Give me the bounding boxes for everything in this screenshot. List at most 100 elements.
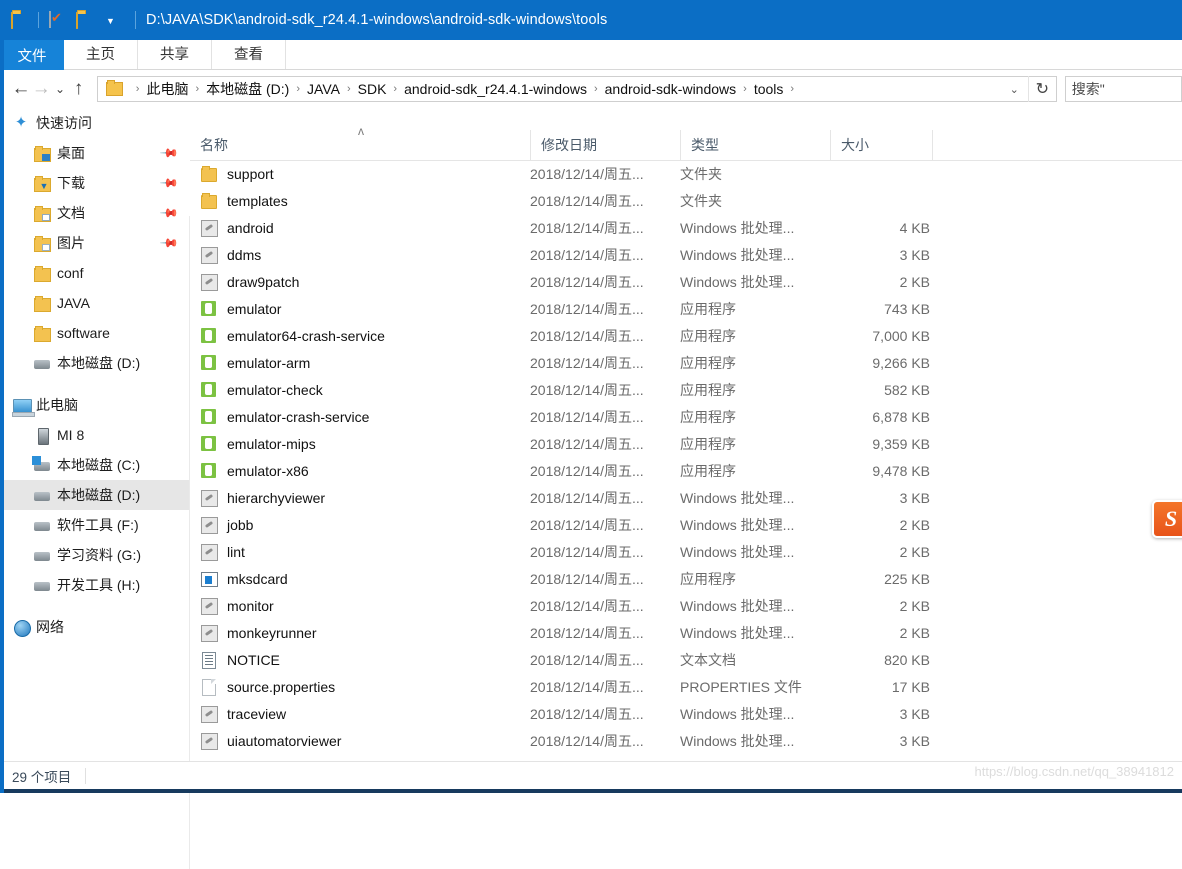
breadcrumb-item-0[interactable]: 此电脑 [146, 79, 188, 99]
table-row[interactable]: hierarchyviewer 2018/12/14/周五... Windows 批… [190, 484, 1182, 511]
cell-name[interactable]: emulator-check [200, 381, 323, 398]
table-row[interactable]: emulator-crash-service 2018/12/14/周五... 应用… [190, 403, 1182, 430]
sidebar-item-documents[interactable]: 文档 📌 [0, 198, 189, 228]
breadcrumb-separator[interactable]: › [743, 83, 747, 95]
cell-name[interactable]: ddms [200, 246, 261, 264]
table-row[interactable]: emulator-arm 2018/12/14/周五... 应用程序 9,266 KB [190, 349, 1182, 376]
file-rows-container[interactable]: support 2018/12/14/周五... 文件夹 templates 2018/… [190, 160, 1182, 754]
table-row[interactable]: ddms 2018/12/14/周五... Windows 批处理... 3 KB [190, 241, 1182, 268]
table-row[interactable]: support 2018/12/14/周五... 文件夹 [190, 160, 1182, 187]
table-row[interactable]: uiautomatorviewer 2018/12/14/周五... Windows… [190, 727, 1182, 754]
table-row[interactable]: monitor 2018/12/14/周五... Windows 批处理... 2 K… [190, 592, 1182, 619]
back-button[interactable]: ← [11, 76, 31, 102]
cell-name[interactable]: emulator64-crash-service [200, 327, 385, 344]
tab-home[interactable]: 主页 [64, 40, 138, 70]
sidebar-group-network[interactable]: 网络 [0, 612, 189, 642]
cell-name[interactable]: emulator-mips [200, 435, 316, 452]
tab-share[interactable]: 共享 [138, 40, 212, 70]
cell-name[interactable]: android [200, 219, 274, 237]
pin-icon[interactable]: 📌 [159, 173, 179, 193]
sidebar-item-pictures[interactable]: 图片 📌 [0, 228, 189, 258]
sidebar-item-local-disk-c[interactable]: 本地磁盘 (C:) [0, 450, 189, 480]
breadcrumb-item-2[interactable]: JAVA [307, 81, 340, 97]
pin-icon[interactable]: 📌 [159, 233, 179, 253]
cell-name[interactable]: traceview [200, 705, 286, 723]
sidebar-item-local-disk-h[interactable]: 开发工具 (H:) [0, 570, 189, 600]
breadcrumb[interactable]: › 此电脑 › 本地磁盘 (D:) › JAVA › SDK › android… [96, 76, 1057, 102]
properties-icon[interactable] [46, 9, 68, 31]
table-row[interactable]: mksdcard 2018/12/14/周五... 应用程序 225 KB [190, 565, 1182, 592]
cell-name[interactable]: mksdcard [200, 570, 288, 587]
refresh-icon[interactable]: ↻ [1027, 76, 1056, 102]
navigation-pane[interactable]: ✦ 快速访问 桌面 📌 ▼ 下载 📌 文档 📌 图片 📌 conf JAVA s… [0, 108, 189, 761]
cell-name[interactable]: uiautomatorviewer [200, 732, 341, 750]
cell-name[interactable]: hierarchyviewer [200, 489, 325, 507]
breadcrumb-item-1[interactable]: 本地磁盘 (D:) [206, 79, 289, 99]
table-row[interactable]: emulator-mips 2018/12/14/周五... 应用程序 9,359 K… [190, 430, 1182, 457]
breadcrumb-separator[interactable]: › [136, 83, 140, 95]
tab-file[interactable]: 文件 [0, 40, 64, 70]
breadcrumb-item-6[interactable]: tools [754, 81, 784, 97]
new-folder-icon[interactable] [74, 9, 96, 31]
cell-name[interactable]: emulator [200, 300, 281, 317]
column-header-row[interactable]: 名称 ʌ 修改日期 类型 大小 [190, 124, 1182, 161]
breadcrumb-separator[interactable]: › [195, 83, 199, 95]
breadcrumb-separator[interactable]: › [393, 83, 397, 95]
table-row[interactable]: traceview 2018/12/14/周五... Windows 批处理... 3… [190, 700, 1182, 727]
cell-name[interactable]: emulator-arm [200, 354, 310, 371]
cell-name[interactable]: templates [200, 192, 288, 209]
breadcrumb-item-3[interactable]: SDK [358, 81, 387, 97]
sidebar-item-mi8[interactable]: MI 8 [0, 420, 189, 450]
cell-name[interactable]: support [200, 165, 274, 182]
breadcrumb-separator[interactable]: › [790, 83, 794, 95]
table-row[interactable]: lint 2018/12/14/周五... Windows 批处理... 2 KB [190, 538, 1182, 565]
address-dropdown-icon[interactable]: ⌄ [1010, 83, 1019, 96]
ime-floating-badge[interactable]: S [1152, 500, 1182, 538]
table-row[interactable]: draw9patch 2018/12/14/周五... Windows 批处理...… [190, 268, 1182, 295]
cell-name[interactable]: monkeyrunner [200, 624, 317, 642]
sidebar-item-local-disk-d-quick[interactable]: 本地磁盘 (D:) [0, 348, 189, 378]
table-row[interactable]: monkeyrunner 2018/12/14/周五... Windows 批处理.… [190, 619, 1182, 646]
breadcrumb-separator[interactable]: › [594, 83, 598, 95]
column-header-type[interactable]: 类型 [680, 130, 830, 160]
cell-name[interactable]: emulator-crash-service [200, 408, 369, 425]
table-row[interactable]: emulator-check 2018/12/14/周五... 应用程序 582 KB [190, 376, 1182, 403]
table-row[interactable]: emulator 2018/12/14/周五... 应用程序 743 KB [190, 295, 1182, 322]
quick-access-toolbar[interactable]: ▼ [0, 9, 127, 31]
table-row[interactable]: templates 2018/12/14/周五... 文件夹 [190, 187, 1182, 214]
table-row[interactable]: android 2018/12/14/周五... Windows 批处理... 4 K… [190, 214, 1182, 241]
column-header-date-modified[interactable]: 修改日期 [530, 130, 680, 160]
cell-name[interactable]: monitor [200, 597, 274, 615]
sidebar-item-desktop[interactable]: 桌面 📌 [0, 138, 189, 168]
cell-name[interactable]: draw9patch [200, 273, 299, 291]
table-row[interactable]: emulator-x86 2018/12/14/周五... 应用程序 9,478 KB [190, 457, 1182, 484]
table-row[interactable]: NOTICE 2018/12/14/周五... 文本文档 820 KB [190, 646, 1182, 673]
pin-icon[interactable]: 📌 [159, 143, 179, 163]
folder-icon[interactable] [9, 9, 31, 31]
column-header-name[interactable]: 名称 ʌ [190, 124, 530, 160]
file-list-pane[interactable]: 名称 ʌ 修改日期 类型 大小 support 2018/12/14/周五... 文… [190, 108, 1182, 761]
chevron-down-icon[interactable]: ▼ [102, 9, 124, 31]
table-row[interactable]: jobb 2018/12/14/周五... Windows 批处理... 2 KB [190, 511, 1182, 538]
up-button[interactable]: ↑ [69, 76, 89, 102]
recent-locations-button[interactable]: ⌄ [51, 76, 68, 102]
cell-name[interactable]: source.properties [200, 678, 335, 696]
sidebar-group-quick-access[interactable]: ✦ 快速访问 [0, 108, 189, 138]
column-header-size[interactable]: 大小 [830, 130, 932, 160]
sidebar-item-java[interactable]: JAVA [0, 288, 189, 318]
table-row[interactable]: source.properties 2018/12/14/周五... PROPERT… [190, 673, 1182, 700]
cell-name[interactable]: jobb [200, 516, 253, 534]
sidebar-item-downloads[interactable]: ▼ 下载 📌 [0, 168, 189, 198]
cell-name[interactable]: NOTICE [200, 651, 280, 669]
forward-button[interactable]: → [31, 76, 51, 102]
breadcrumb-separator[interactable]: › [347, 83, 351, 95]
sidebar-group-this-pc[interactable]: 此电脑 [0, 390, 189, 420]
sidebar-item-conf[interactable]: conf [0, 258, 189, 288]
breadcrumb-separator[interactable]: › [296, 83, 300, 95]
search-input[interactable]: 搜索" [1064, 76, 1182, 102]
pin-icon[interactable]: 📌 [159, 203, 179, 223]
cell-name[interactable]: lint [200, 543, 245, 561]
breadcrumb-item-4[interactable]: android-sdk_r24.4.1-windows [404, 81, 587, 97]
tab-view[interactable]: 查看 [212, 40, 286, 70]
cell-name[interactable]: emulator-x86 [200, 462, 309, 479]
